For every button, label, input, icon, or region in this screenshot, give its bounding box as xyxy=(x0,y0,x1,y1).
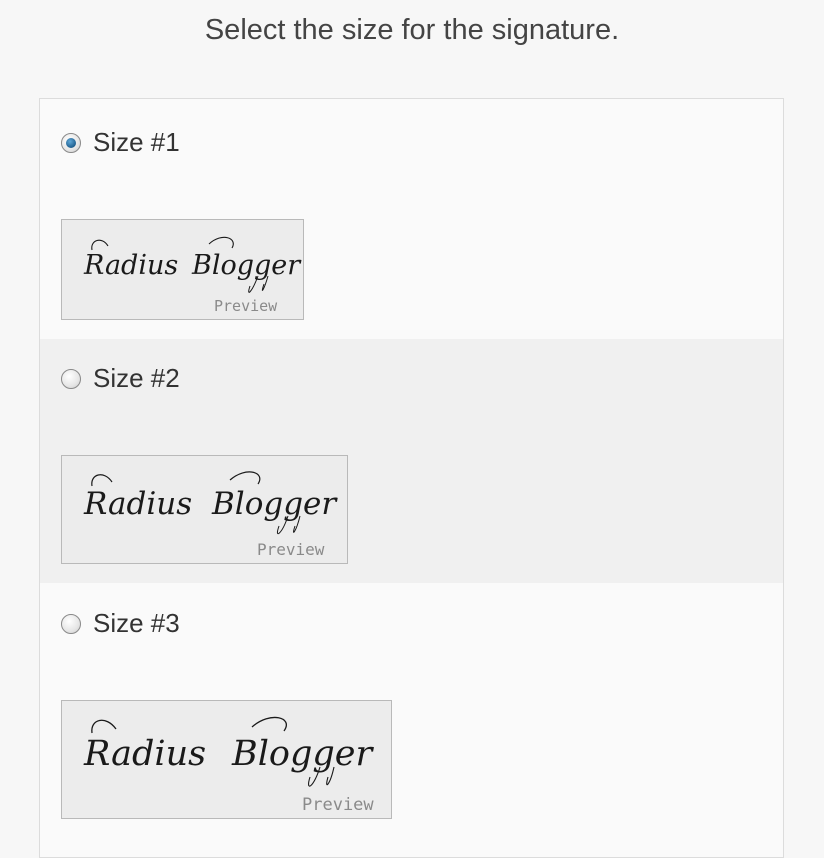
size-1-signature-last: Blogger xyxy=(191,250,302,281)
page-title: Select the size for the signature. xyxy=(204,14,620,46)
size-option-2-selector[interactable]: Size #2 xyxy=(61,363,180,394)
size-option-1: Size #1 Radius Blogger Preview xyxy=(40,99,783,339)
size-3-label: Size #3 xyxy=(93,608,180,638)
size-option-2: Size #2 Radius Blogger Preview xyxy=(40,339,783,583)
size-3-radio[interactable] xyxy=(61,613,81,634)
size-2-radio[interactable] xyxy=(61,368,81,389)
size-1-radio[interactable] xyxy=(61,132,81,153)
size-3-preview: Radius Blogger Preview xyxy=(61,700,392,819)
size-3-preview-label: Preview xyxy=(302,795,374,815)
size-3-signature-last: Blogger xyxy=(231,734,375,774)
size-1-label: Size #1 xyxy=(93,127,180,157)
size-option-3-selector[interactable]: Size #3 xyxy=(61,608,180,639)
size-1-preview: Radius Blogger Preview xyxy=(61,219,304,320)
size-1-signature-first: Radius xyxy=(83,250,178,281)
size-2-signature-first: Radius xyxy=(83,486,192,522)
size-2-label: Size #2 xyxy=(93,363,180,393)
size-2-preview: Radius Blogger Preview xyxy=(61,455,348,564)
size-3-signature-first: Radius xyxy=(83,734,206,774)
signature-size-options: Size #1 Radius Blogger Preview Size #2 R… xyxy=(39,98,784,858)
size-option-3: Size #3 Radius Blogger Preview xyxy=(40,583,783,843)
size-2-preview-label: Preview xyxy=(257,540,325,559)
size-1-preview-label: Preview xyxy=(214,297,278,315)
size-option-1-selector[interactable]: Size #1 xyxy=(61,127,180,158)
size-2-signature-last: Blogger xyxy=(211,486,338,522)
